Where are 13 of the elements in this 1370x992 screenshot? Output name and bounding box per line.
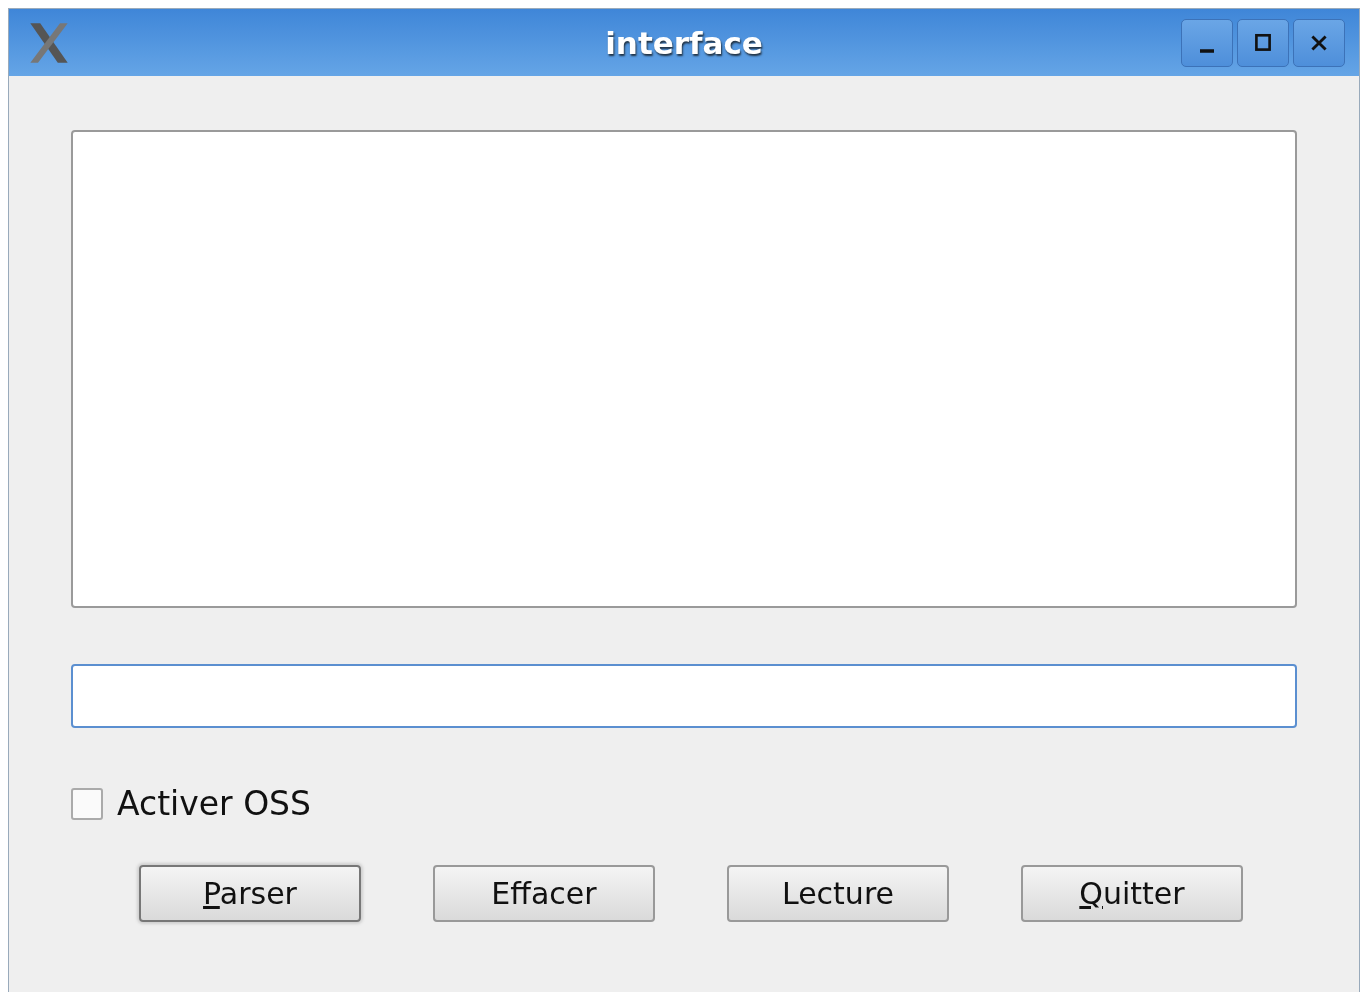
window-title: interface bbox=[605, 24, 763, 61]
maximize-icon bbox=[1252, 31, 1274, 54]
push-button[interactable]: Quitter bbox=[1021, 865, 1243, 922]
minimize-button[interactable] bbox=[1181, 18, 1233, 67]
checkbox-label: Activer OSS bbox=[117, 784, 311, 823]
push-button[interactable]: Parser bbox=[139, 865, 361, 922]
maximize-button[interactable] bbox=[1237, 18, 1289, 67]
push-button[interactable]: Lecture bbox=[727, 865, 949, 922]
checkbox[interactable] bbox=[71, 787, 103, 820]
push-button[interactable]: Effacer bbox=[433, 865, 655, 922]
close-button[interactable] bbox=[1293, 18, 1345, 67]
minimize-icon bbox=[1200, 48, 1214, 53]
input-field[interactable] bbox=[71, 664, 1297, 728]
